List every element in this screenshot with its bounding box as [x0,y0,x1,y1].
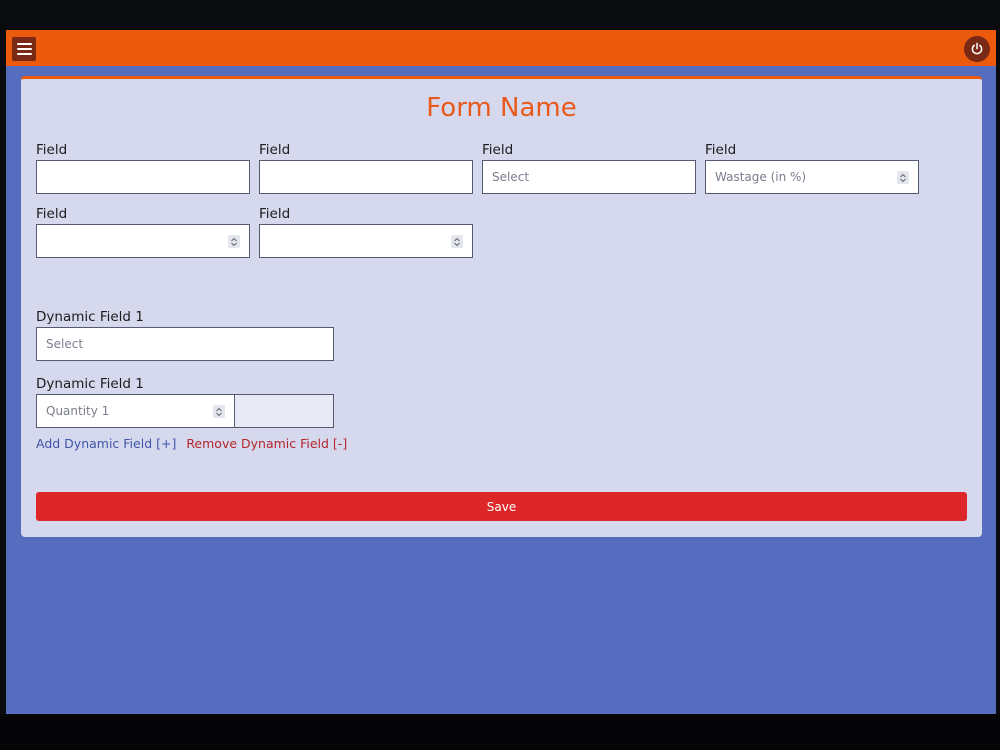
field-1-input[interactable] [37,161,249,193]
dynamic-field-links: Add Dynamic Field [+] Remove Dynamic Fie… [36,436,347,451]
dynamic-field-select: Dynamic Field 1 [36,309,334,362]
field-3-select-wrapper [482,160,696,194]
dynamic-select[interactable] [37,328,333,360]
dynamic-select-wrapper [36,327,334,361]
field-label: Field [259,142,291,158]
app-body: Form Name Field Field Field Field [6,66,996,714]
number-spinner-icon[interactable] [451,235,463,248]
quantity-unit-addon [234,394,334,428]
field-label: Field [259,206,291,222]
field-label: Field [705,142,737,158]
field-6-input[interactable] [260,225,472,257]
window-bottom-border [0,714,1000,750]
field-3: Field [482,142,696,195]
field-2-input[interactable] [260,161,472,193]
dynamic-field-quantity: Dynamic Field 1 [36,376,334,429]
field-5: Field [36,206,250,259]
app-header [6,30,996,66]
field-1: Field [36,142,250,195]
wastage-input-wrapper [705,160,919,194]
number-spinner-icon[interactable] [897,171,909,184]
number-spinner-icon[interactable] [213,405,225,418]
field-5-input[interactable] [37,225,249,257]
field-4: Field [705,142,919,195]
page-title: Form Name [426,93,577,123]
field-label: Field [482,142,514,158]
field-label: Field [36,142,68,158]
field-3-select[interactable] [483,161,695,193]
window-right-border [996,30,1000,714]
field-6: Field [259,206,473,259]
wastage-input[interactable] [706,161,918,193]
field-5-input-wrapper [36,224,250,258]
form-card: Form Name Field Field Field Field [21,76,982,537]
quantity-input-wrapper [36,394,235,428]
remove-dynamic-field-link[interactable]: Remove Dynamic Field [-] [186,436,347,451]
field-label: Dynamic Field 1 [36,376,144,392]
field-label: Dynamic Field 1 [36,309,144,325]
save-button[interactable]: Save [36,492,967,521]
hamburger-icon[interactable] [12,37,36,61]
field-1-input-wrapper [36,160,250,194]
add-dynamic-field-link[interactable]: Add Dynamic Field [+] [36,436,176,451]
quantity-input[interactable] [37,395,234,427]
window-top-border [0,0,1000,30]
field-2: Field [259,142,473,195]
field-6-input-wrapper [259,224,473,258]
field-2-input-wrapper [259,160,473,194]
number-spinner-icon[interactable] [228,235,240,248]
power-icon[interactable] [964,36,990,62]
field-label: Field [36,206,68,222]
